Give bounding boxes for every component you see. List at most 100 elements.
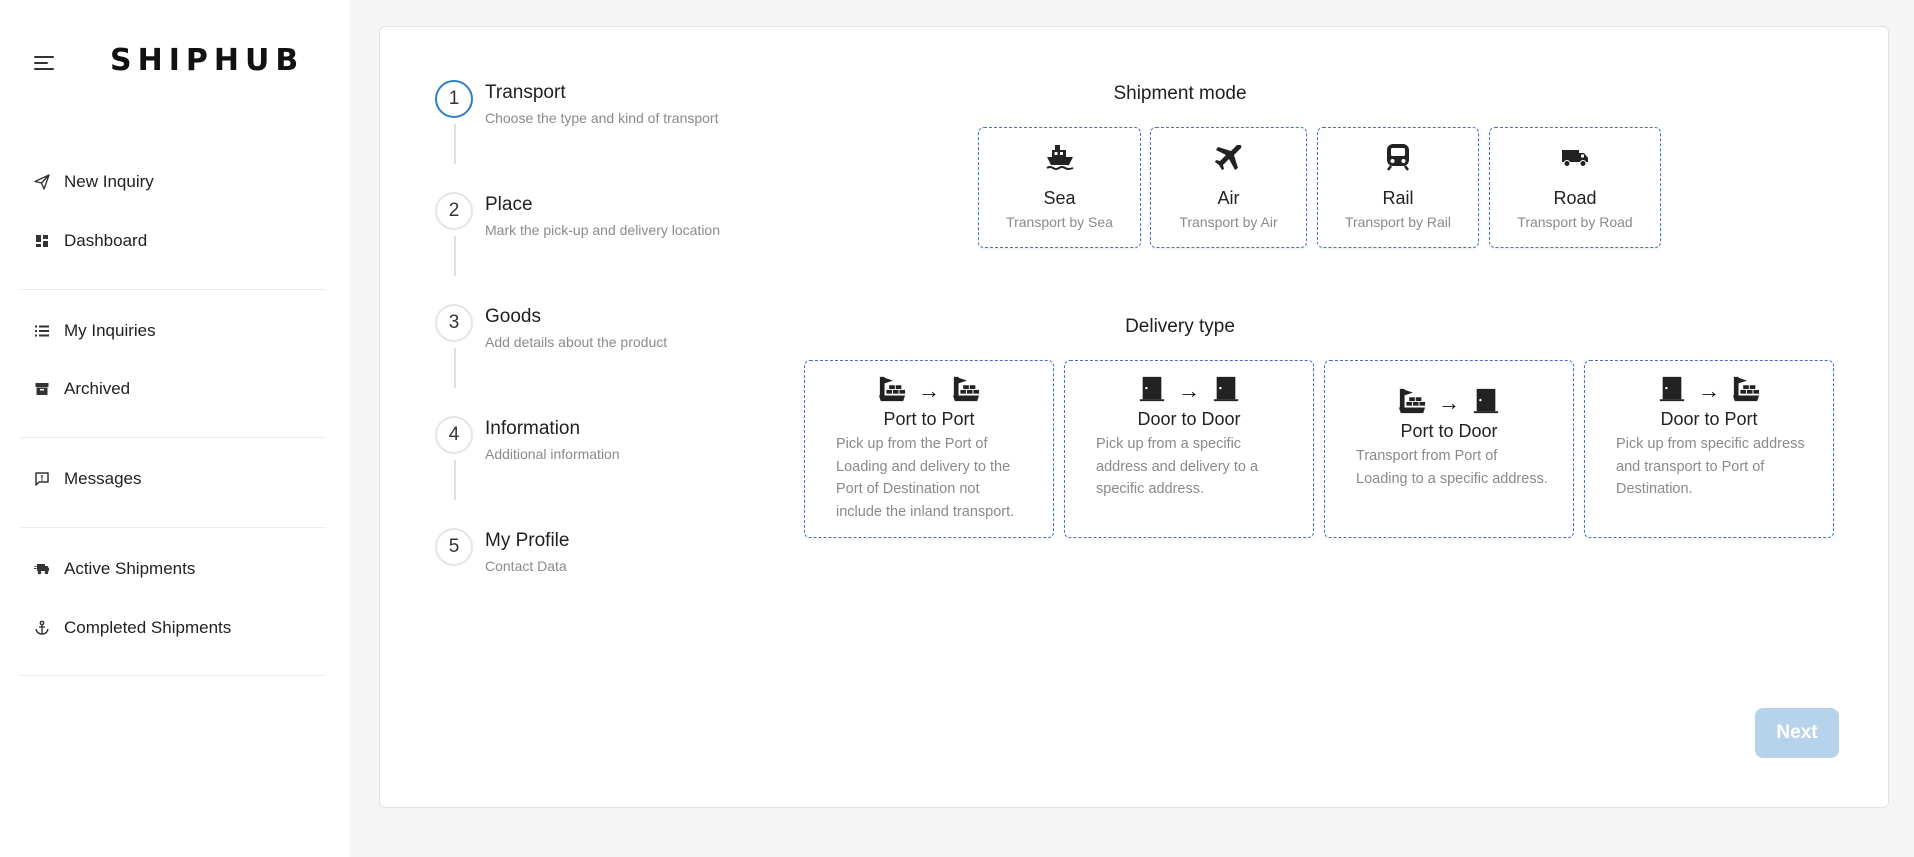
sidebar-item-archived[interactable]: Archived: [20, 369, 326, 409]
sidebar-divider: [20, 675, 326, 676]
nav-group-inquiry: New Inquiry Dashboard: [20, 162, 326, 261]
ship-icon: [1045, 145, 1073, 170]
mode-subtitle: Transport by Rail: [1344, 214, 1452, 230]
delivery-description: Transport from Port of Loading to a spec…: [1356, 448, 1548, 487]
sidebar-item-label: Active Shipments: [64, 559, 196, 578]
sidebar-item-label: Archived: [64, 379, 131, 398]
sidebar-item-label: My Inquiries: [64, 321, 156, 340]
step-subtitle: Add details about the product: [485, 334, 668, 350]
next-button[interactable]: Next: [1755, 708, 1839, 758]
arrow-right-icon: →: [1438, 390, 1460, 415]
sidebar-divider: [20, 527, 326, 528]
list-icon: [32, 321, 52, 341]
menu-icon[interactable]: [30, 50, 58, 72]
shipment-mode-title: Shipment mode: [1113, 83, 1247, 104]
sidebar-divider: [20, 289, 326, 290]
step-number: 5: [435, 528, 473, 566]
door-icon: [1473, 388, 1499, 414]
step-subtitle: Mark the pick-up and delivery location: [485, 222, 721, 238]
step-number: 1: [435, 80, 473, 118]
sidebar-item-active-shipments[interactable]: Active Shipments: [20, 549, 326, 589]
plane-icon: [1214, 145, 1241, 170]
door-icon: [1213, 376, 1239, 402]
logo: SHIPHUB: [110, 43, 305, 78]
step-information[interactable]: 4 Information Additional information: [435, 416, 755, 476]
mode-subtitle: Transport by Sea: [1006, 214, 1113, 230]
sidebar: SHIPHUB New Inquiry Dashboard My Inquiri…: [0, 0, 349, 857]
mode-label: Rail: [1382, 188, 1414, 208]
send-icon: [32, 172, 52, 192]
anchor-icon: [32, 618, 52, 638]
mode-option-road[interactable]: Road Transport by Road: [1489, 127, 1661, 248]
port-icon: [878, 376, 906, 402]
nav-group-messages: Messages: [20, 459, 326, 499]
archive-icon: [32, 379, 52, 399]
message-icon: [32, 469, 52, 489]
step-connector: [454, 236, 456, 276]
inquiry-card: 1 Transport Choose the type and kind of …: [379, 26, 1889, 808]
mode-option-sea[interactable]: Sea Transport by Sea: [978, 127, 1141, 248]
step-my-profile[interactable]: 5 My Profile Contact Data: [435, 528, 755, 588]
step-title: Place: [485, 194, 533, 215]
door-icon: [1139, 376, 1165, 402]
sidebar-divider: [20, 437, 326, 438]
delivery-label: Door to Door: [1137, 409, 1241, 429]
mode-option-rail[interactable]: Rail Transport by Rail: [1317, 127, 1479, 248]
step-connector: [454, 460, 456, 500]
delivery-description: Pick up from specific address and transp…: [1616, 436, 1805, 497]
delivery-label: Door to Port: [1660, 409, 1758, 429]
arrow-right-icon: →: [1698, 378, 1720, 403]
brand-bar: SHIPHUB: [30, 44, 330, 78]
sidebar-item-messages[interactable]: Messages: [20, 459, 326, 499]
mode-label: Air: [1217, 188, 1240, 208]
step-subtitle: Choose the type and kind of transport: [485, 110, 719, 126]
step-number: 2: [435, 192, 473, 230]
mode-label: Sea: [1043, 188, 1076, 208]
step-place[interactable]: 2 Place Mark the pick-up and delivery lo…: [435, 192, 755, 252]
step-number: 4: [435, 416, 473, 454]
mode-subtitle: Transport by Road: [1517, 214, 1633, 230]
truck-icon: [1562, 150, 1588, 167]
step-number: 3: [435, 304, 473, 342]
delivery-description: Pick up from a specific address and deli…: [1096, 436, 1259, 497]
delivery-label: Port to Port: [883, 409, 975, 429]
sidebar-item-label: Dashboard: [64, 231, 148, 250]
truck-fast-icon: [32, 559, 52, 579]
delivery-label: Port to Door: [1400, 421, 1498, 441]
sidebar-item-dashboard[interactable]: Dashboard: [20, 221, 326, 261]
delivery-option-door-to-door[interactable]: → Door to Door Pick up from a specific a…: [1064, 360, 1314, 538]
mode-subtitle: Transport by Air: [1179, 214, 1278, 230]
step-goods[interactable]: 3 Goods Add details about the product: [435, 304, 755, 364]
step-subtitle: Contact Data: [485, 558, 567, 574]
delivery-description: Pick up from the Port of Loading and del…: [836, 436, 1015, 520]
port-icon: [952, 376, 980, 402]
sidebar-item-completed-shipments[interactable]: Completed Shipments: [20, 608, 326, 648]
port-icon: [1398, 388, 1426, 414]
port-icon: [1732, 376, 1760, 402]
arrow-right-icon: →: [918, 378, 940, 403]
step-connector: [454, 348, 456, 388]
nav-group-shipments: Active Shipments Completed Shipments: [20, 549, 326, 648]
mode-label: Road: [1553, 188, 1597, 208]
nav-group-inquiries: My Inquiries Archived: [20, 311, 326, 409]
dashboard-icon: [32, 231, 52, 251]
sidebar-item-my-inquiries[interactable]: My Inquiries: [20, 311, 326, 351]
step-title: Goods: [485, 306, 541, 327]
sidebar-item-new-inquiry[interactable]: New Inquiry: [20, 162, 326, 202]
sidebar-item-label: Completed Shipments: [64, 618, 232, 637]
step-title: Information: [485, 418, 581, 439]
mode-option-air[interactable]: Air Transport by Air: [1150, 127, 1307, 248]
step-transport[interactable]: 1 Transport Choose the type and kind of …: [435, 80, 755, 140]
delivery-option-door-to-port[interactable]: → Door to Port Pick up from specific add…: [1584, 360, 1834, 538]
step-connector: [454, 124, 456, 164]
step-subtitle: Additional information: [485, 446, 620, 462]
door-icon: [1659, 376, 1685, 402]
sidebar-item-label: Messages: [64, 469, 142, 488]
train-icon: [1387, 144, 1409, 171]
delivery-option-port-to-port[interactable]: → Port to Port Pick up from the Port of …: [804, 360, 1054, 538]
delivery-type-title: Delivery type: [1125, 316, 1235, 337]
step-title: My Profile: [485, 530, 570, 551]
arrow-right-icon: →: [1178, 378, 1200, 403]
delivery-option-port-to-door[interactable]: → Port to Door Transport from Port of Lo…: [1324, 360, 1574, 538]
step-title: Transport: [485, 82, 566, 103]
